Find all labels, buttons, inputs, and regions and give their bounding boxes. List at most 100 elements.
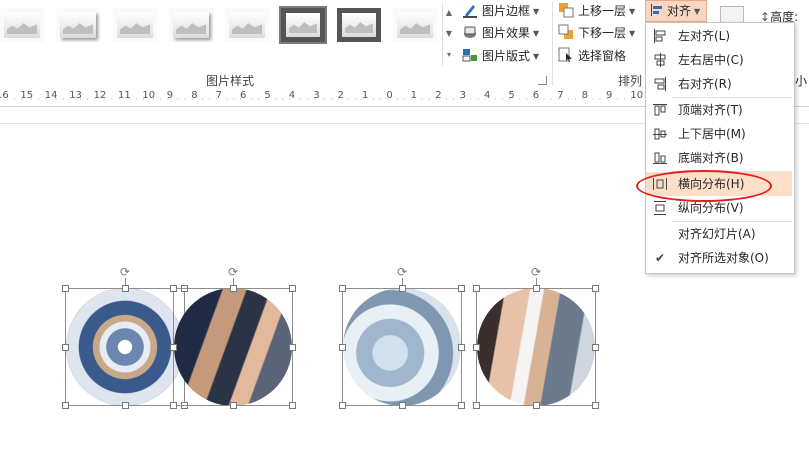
layout-icon — [462, 47, 478, 63]
group-label-arrange: 排列 — [618, 74, 643, 88]
style-thumb-8[interactable] — [393, 8, 437, 42]
picture-4[interactable]: ⟳ — [473, 266, 599, 409]
menu-item-align-to-slide[interactable]: 对齐幻灯片(A) — [646, 222, 792, 246]
picture-border-button[interactable]: 图片边框 ▼ — [462, 1, 539, 21]
resize-handle[interactable] — [170, 344, 177, 351]
resize-handle[interactable] — [399, 402, 406, 409]
send-backward-button[interactable]: 下移一层 ▼ — [558, 23, 635, 43]
resize-handle[interactable] — [339, 344, 346, 351]
ruler-label: 9 — [606, 90, 613, 101]
resize-handle[interactable] — [230, 402, 237, 409]
ruler-label: 3 — [459, 90, 466, 101]
menu-item-align-middle[interactable]: 上下居中(M) — [646, 122, 792, 146]
resize-handle[interactable] — [62, 285, 69, 292]
align-button[interactable]: 对齐 ▼ — [645, 0, 707, 22]
ruler-label: 2 — [435, 90, 442, 101]
style-thumb-4[interactable] — [169, 8, 213, 42]
menu-item-align-selected-objects[interactable]: ✔ 对齐所选对象(O) — [646, 246, 792, 270]
style-thumb-1[interactable] — [0, 8, 44, 42]
align-dropdown-menu: 左对齐(L) 左右居中(C) 右对齐(R) 顶端对齐(T) 上下居中(M) 底端… — [645, 22, 795, 274]
resize-handle[interactable] — [62, 344, 69, 351]
ruler-label: 8 — [581, 90, 588, 101]
resize-handle[interactable] — [170, 285, 177, 292]
rotate-handle-icon[interactable]: ⟳ — [396, 266, 408, 278]
ruler-label: 10 — [630, 90, 644, 101]
align-icon — [650, 3, 664, 17]
group-label-picture-styles: 图片样式 — [206, 74, 255, 88]
menu-item-align-right[interactable]: 右对齐(R) — [646, 72, 792, 96]
align-center-icon — [652, 52, 668, 68]
bring-forward-button[interactable]: 上移一层 ▼ — [558, 1, 635, 21]
resize-handle[interactable] — [592, 344, 599, 351]
ruler-label: 4 — [288, 90, 296, 101]
ruler-label: 5 — [264, 90, 271, 101]
menu-item-align-left[interactable]: 左对齐(L) — [646, 24, 792, 48]
resize-handle[interactable] — [473, 402, 480, 409]
pen-icon — [462, 2, 478, 18]
bring-forward-icon — [558, 2, 574, 18]
ruler-label: 9 — [166, 90, 174, 101]
rotate-handle-icon[interactable]: ⟳ — [227, 266, 239, 278]
style-thumb-6[interactable] — [279, 6, 327, 44]
rotate-handle-icon[interactable]: ⟳ — [530, 266, 542, 278]
ruler-label: 3 — [313, 90, 320, 101]
rotate-handle-icon[interactable]: ⟳ — [119, 266, 131, 278]
resize-handle[interactable] — [230, 285, 237, 292]
resize-handle[interactable] — [399, 285, 406, 292]
resize-handle[interactable] — [458, 285, 465, 292]
resize-handle[interactable] — [122, 402, 129, 409]
style-thumb-7[interactable] — [337, 8, 381, 42]
menu-item-align-center[interactable]: 左右居中(C) — [646, 48, 792, 72]
resize-handle[interactable] — [592, 402, 599, 409]
resize-handle[interactable] — [62, 402, 69, 409]
picture-effects-button[interactable]: 图片效果 ▼ — [462, 23, 539, 43]
resize-handle[interactable] — [473, 344, 480, 351]
resize-handle[interactable] — [289, 285, 296, 292]
selection-pane-button[interactable]: 选择窗格 — [558, 46, 626, 66]
ruler-label: 1 — [362, 90, 369, 101]
dialog-launcher-icon[interactable] — [538, 76, 547, 85]
picture-2[interactable]: ⟳ — [170, 266, 296, 409]
picture-3[interactable]: ⟳ — [339, 266, 465, 409]
ruler-label: 7 — [557, 90, 564, 101]
resize-handle[interactable] — [458, 402, 465, 409]
ruler-label: 0 — [386, 90, 393, 101]
style-thumb-5[interactable] — [225, 8, 269, 42]
resize-handle[interactable] — [473, 285, 480, 292]
resize-handle[interactable] — [122, 285, 129, 292]
menu-item-align-bottom[interactable]: 底端对齐(B) — [646, 146, 792, 170]
resize-handle[interactable] — [339, 402, 346, 409]
picture-layout-button[interactable]: 图片版式 ▼ — [462, 46, 539, 66]
picture-1[interactable]: ⟳ — [62, 266, 188, 409]
gallery-more-icon[interactable]: ▾ — [443, 44, 455, 65]
ruler-label: 6 — [240, 90, 247, 101]
menu-item-align-top[interactable]: 顶端对齐(T) — [646, 98, 792, 122]
effects-icon — [462, 24, 478, 40]
resize-handle[interactable] — [592, 285, 599, 292]
gallery-down-icon[interactable]: ▼ — [443, 23, 455, 44]
resize-handle[interactable] — [533, 402, 540, 409]
checkmark-icon: ✔ — [654, 251, 666, 265]
ruler-label: 2 — [337, 90, 344, 101]
gallery-scrollbar[interactable]: ▲ ▼ ▾ — [442, 2, 455, 66]
resize-handle[interactable] — [289, 344, 296, 351]
resize-handle[interactable] — [458, 344, 465, 351]
picture-styles-gallery: ▲ ▼ ▾ — [0, 0, 455, 70]
align-top-icon — [652, 102, 668, 118]
align-bottom-icon — [652, 150, 668, 166]
distribute-vertical-icon — [652, 200, 668, 216]
resize-handle[interactable] — [533, 285, 540, 292]
gallery-up-icon[interactable]: ▲ — [443, 2, 455, 23]
ruler-label: 1 — [410, 90, 418, 101]
ruler-label: 4 — [484, 90, 491, 101]
selection-pane-icon — [558, 47, 574, 63]
resize-handle[interactable] — [170, 402, 177, 409]
style-thumb-2[interactable] — [56, 8, 100, 42]
resize-handle[interactable] — [339, 285, 346, 292]
ruler-label: 8 — [191, 90, 198, 101]
align-right-icon — [652, 76, 668, 92]
ruler-label: 6 — [532, 90, 540, 101]
send-backward-icon — [558, 24, 574, 40]
style-thumb-3[interactable] — [113, 8, 157, 42]
resize-handle[interactable] — [289, 402, 296, 409]
